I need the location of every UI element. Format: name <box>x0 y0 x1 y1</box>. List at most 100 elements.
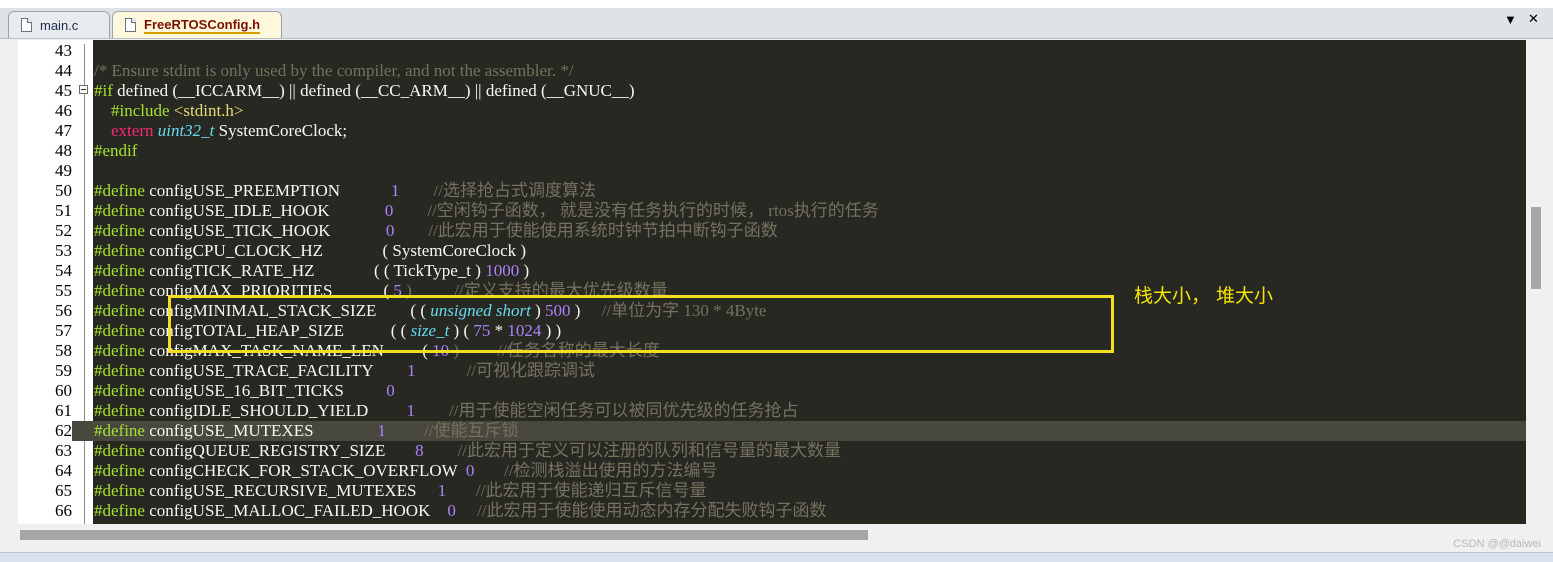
line-number: 65 <box>18 481 72 501</box>
code-token: 1 <box>406 401 416 420</box>
code-token: //此宏用于使能使用系统时钟节拍中断钩子函数 <box>394 221 778 240</box>
close-tab-icon[interactable]: ✕ <box>1528 11 1539 27</box>
code-token: configUSE_MALLOC_FAILED_HOOK <box>144 501 448 520</box>
code-line[interactable]: 44 /* Ensure stdint is only used by the c… <box>18 61 1526 81</box>
line-number: 53 <box>18 241 72 261</box>
line-number: 58 <box>18 341 72 361</box>
line-number: 45 <box>18 81 72 101</box>
code-line[interactable]: 65 #define configUSE_RECURSIVE_MUTEXES 1 … <box>18 481 1526 501</box>
code-text: #define configUSE_TRACE_FACILITY 1 //可视化… <box>94 361 595 381</box>
code-line[interactable]: 60 #define configUSE_16_BIT_TICKS 0 <box>18 381 1526 401</box>
code-token: #define <box>94 381 145 400</box>
code-token: 0 <box>386 381 395 400</box>
code-line[interactable]: 43 <box>18 41 1526 61</box>
code-text: #define configUSE_PREEMPTION 1 //选择抢占式调度… <box>94 181 596 201</box>
code-token: ) <box>519 261 530 280</box>
code-token: #define <box>94 441 145 460</box>
code-token: configCHECK_FOR_STACK_OVERFLOW <box>144 461 466 480</box>
code-text: extern uint32_t SystemCoreClock; <box>94 121 347 141</box>
code-line[interactable]: 53 #define configCPU_CLOCK_HZ ( SystemCor… <box>18 241 1526 261</box>
code-line[interactable]: 49 <box>18 161 1526 181</box>
code-token: defined (__ICCARM__) || defined (__CC_AR… <box>112 81 635 100</box>
code-text: #define configCPU_CLOCK_HZ ( SystemCoreC… <box>94 241 526 261</box>
code-text: #define configUSE_MUTEXES 1 //使能互斥锁 <box>94 421 519 441</box>
code-line[interactable]: 61 #define configIDLE_SHOULD_YIELD 1 //用于… <box>18 401 1526 421</box>
line-number: 47 <box>18 121 72 141</box>
code-token: SystemCoreClock; <box>214 121 348 140</box>
code-token: //此宏用于定义可以注册的队列和信号量的最大数量 <box>423 441 842 460</box>
line-number: 64 <box>18 461 72 481</box>
horizontal-scrollbar-thumb[interactable] <box>20 530 868 540</box>
line-number: 66 <box>18 501 72 521</box>
code-token: #define <box>94 401 145 420</box>
code-text: #define configUSE_MALLOC_FAILED_HOOK 0 /… <box>94 501 827 521</box>
code-token: #define <box>94 261 145 280</box>
line-number: 43 <box>18 41 72 61</box>
code-text: #define configCHECK_FOR_STACK_OVERFLOW 0… <box>94 461 718 481</box>
code-token: #define <box>94 241 145 260</box>
code-token: 1 <box>377 421 386 440</box>
code-token: #define <box>94 221 145 240</box>
file-icon <box>125 18 136 32</box>
code-line[interactable]: 63 #define configQUEUE_REGISTRY_SIZE 8 //… <box>18 441 1526 461</box>
code-token: #define <box>94 181 145 200</box>
code-token: configUSE_PREEMPTION <box>144 181 392 200</box>
code-text: #define configUSE_RECURSIVE_MUTEXES 1 //… <box>94 481 706 501</box>
line-number: 59 <box>18 361 72 381</box>
code-token: #define <box>94 481 145 500</box>
code-line[interactable]: 62 #define configUSE_MUTEXES 1 //使能互斥锁 <box>18 421 1526 441</box>
fold-collapse-icon[interactable] <box>79 85 88 94</box>
code-token: //检测栈溢出使用的方法编号 <box>474 461 718 480</box>
code-editor[interactable]: 43 44 /* Ensure stdint is only used by the… <box>18 40 1526 524</box>
code-token: 1000 <box>485 261 520 280</box>
code-token: #if <box>94 81 113 100</box>
code-token: configQUEUE_REGISTRY_SIZE <box>144 441 416 460</box>
line-number: 62 <box>18 421 72 441</box>
code-text: #define configTICK_RATE_HZ ( ( TickType_… <box>94 261 529 281</box>
code-token: #define <box>94 321 145 340</box>
code-token: 1 <box>437 481 447 500</box>
code-token: //可视化跟踪调试 <box>415 361 596 380</box>
code-token: extern <box>94 121 158 140</box>
code-token: 1 <box>391 181 400 200</box>
tab-freertosconfig-h[interactable]: FreeRTOSConfig.h <box>112 11 282 38</box>
code-text: #define configIDLE_SHOULD_YIELD 1 //用于使能… <box>94 401 799 421</box>
code-line[interactable]: 51 #define configUSE_IDLE_HOOK 0 //空闲钩子函数… <box>18 201 1526 221</box>
code-line[interactable]: 47 extern uint32_t SystemCoreClock; <box>18 121 1526 141</box>
code-line[interactable]: 48 #endif <box>18 141 1526 161</box>
line-number: 49 <box>18 161 72 181</box>
code-token: #define <box>94 501 145 520</box>
code-text: #if defined (__ICCARM__) || defined (__C… <box>94 81 635 101</box>
code-token: configUSE_MUTEXES <box>144 421 378 440</box>
code-line[interactable]: 54 #define configTICK_RATE_HZ ( ( TickTyp… <box>18 261 1526 281</box>
code-token: //选择抢占式调度算法 <box>399 181 596 200</box>
code-token: uint32_t <box>157 121 215 140</box>
code-text: #endif <box>94 141 137 161</box>
vertical-scrollbar-thumb[interactable] <box>1531 207 1541 289</box>
code-token: //此宏用于使能递归互斥信号量 <box>446 481 707 500</box>
code-text: #define configUSE_16_BIT_TICKS 0 <box>94 381 395 401</box>
tab-main-c[interactable]: main.c <box>8 11 110 38</box>
tab-list-dropdown-icon[interactable]: ▼ <box>1504 12 1517 27</box>
code-token: #define <box>94 461 145 480</box>
code-line[interactable]: 50 #define configUSE_PREEMPTION 1 //选择抢占式… <box>18 181 1526 201</box>
code-token: configIDLE_SHOULD_YIELD <box>144 401 407 420</box>
code-lines: 43 44 /* Ensure stdint is only used by the… <box>18 41 1526 521</box>
line-number: 57 <box>18 321 72 341</box>
code-token: configUSE_TICK_HOOK <box>144 221 386 240</box>
line-number: 44 <box>18 61 72 81</box>
code-token: #define <box>94 301 145 320</box>
code-line[interactable]: 66 #define configUSE_MALLOC_FAILED_HOOK 0… <box>18 501 1526 521</box>
code-line[interactable]: 45 #if defined (__ICCARM__) || defined (_… <box>18 81 1526 101</box>
code-token: configUSE_16_BIT_TICKS <box>144 381 387 400</box>
line-number: 60 <box>18 381 72 401</box>
code-line[interactable]: 52 #define configUSE_TICK_HOOK 0 //此宏用于使能… <box>18 221 1526 241</box>
code-text: #include <stdint.h> <box>94 101 244 121</box>
code-token: #define <box>94 281 145 300</box>
code-line[interactable]: 59 #define configUSE_TRACE_FACILITY 1 //可… <box>18 361 1526 381</box>
code-text: /* Ensure stdint is only used by the com… <box>94 61 574 81</box>
code-line[interactable]: 46 #include <stdint.h> <box>18 101 1526 121</box>
code-line[interactable]: 64 #define configCHECK_FOR_STACK_OVERFLOW… <box>18 461 1526 481</box>
watermark: CSDN @@daiwei <box>1453 538 1541 550</box>
code-token: configUSE_TRACE_FACILITY <box>144 361 408 380</box>
